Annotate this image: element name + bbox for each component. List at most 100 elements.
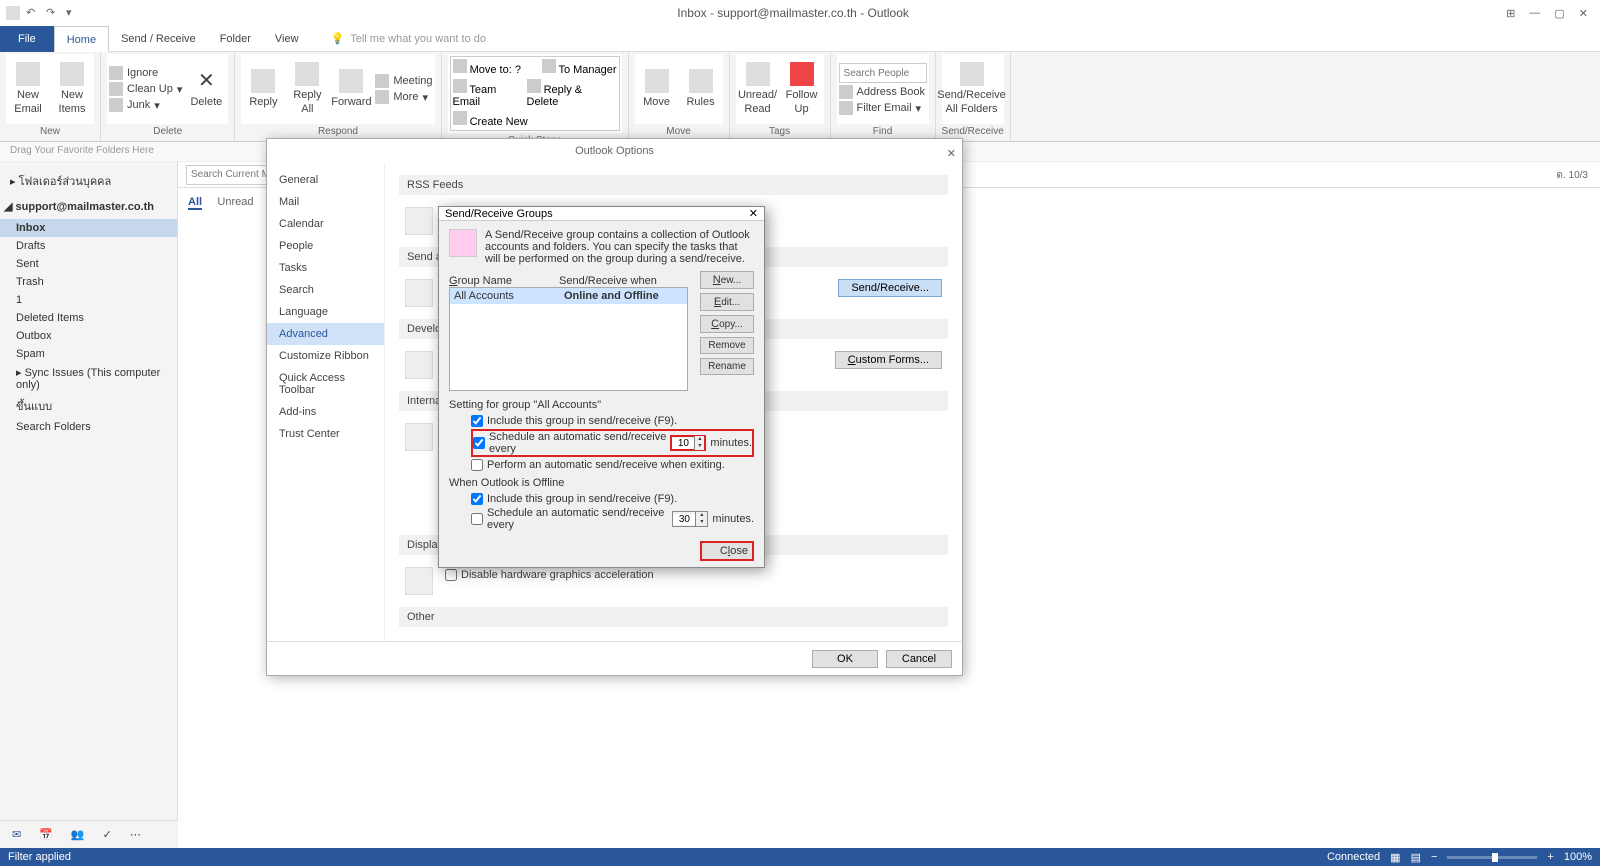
redo-icon[interactable]: ↷ [46,6,60,20]
ribbon-options-icon[interactable]: ⊞ [1506,7,1515,20]
folder-search[interactable]: Search Folders [0,418,177,436]
tab-folder[interactable]: Folder [208,26,263,52]
sr-close-icon[interactable]: ✕ [749,207,758,220]
search-people-input[interactable] [839,63,927,83]
mail-icon[interactable]: ✉ [12,828,21,841]
folder-outbox[interactable]: Outbox [0,327,177,345]
unread-button[interactable]: Unread/ Read [738,62,778,115]
undo-icon[interactable]: ↶ [26,6,40,20]
zoom-out-icon[interactable]: − [1431,851,1437,863]
sr-rename-button[interactable]: Rename [700,358,754,375]
sendreceive-button[interactable]: Send/Receive... [838,279,942,297]
nav-section[interactable]: ▸ โฟลเดอร์ส่วนบุคคล [0,168,177,194]
filter-all[interactable]: All [188,196,202,210]
folder-drafts[interactable]: Drafts [0,237,177,255]
maximize-icon[interactable]: ▢ [1554,7,1564,20]
replyall-button[interactable]: Reply All [287,62,327,115]
tell-me[interactable]: 💡Tell me what you want to do [331,32,486,45]
close-icon[interactable]: ✕ [1579,7,1588,20]
delete-button[interactable]: ✕Delete [186,69,226,109]
folder-sent[interactable]: Sent [0,255,177,273]
tab-home[interactable]: Home [54,26,109,52]
opt-nav-mail[interactable]: Mail [267,191,384,213]
chk-include-online[interactable]: Include this group in send/receive (F9). [471,415,754,427]
chk-schedule-online[interactable]: Schedule an automatic send/receive every… [471,429,754,457]
opt-nav-tasks[interactable]: Tasks [267,257,384,279]
sr-close-button[interactable]: Close [700,541,754,561]
view-normal-icon[interactable]: ▦ [1390,851,1400,864]
more-icon[interactable]: ⋯ [130,828,141,841]
status-filter: Filter applied [8,851,71,863]
move-button[interactable]: Move [637,69,677,109]
forward-button[interactable]: Forward [331,69,371,109]
zoom-in-icon[interactable]: + [1547,851,1553,863]
new-items-button[interactable]: New Items [52,62,92,115]
sr-copy-button[interactable]: Copy... [700,315,754,333]
folder-1[interactable]: 1 [0,291,177,309]
delete-icon: ✕ [194,69,218,93]
options-ok-button[interactable]: OK [812,650,878,668]
options-cancel-button[interactable]: Cancel [886,650,952,668]
people-icon[interactable]: 👥 [71,828,85,841]
tab-sendreceive[interactable]: Send / Receive [109,26,208,52]
customforms-button[interactable]: CCustom Forms...ustom Forms... [835,351,942,369]
meeting-button[interactable]: Meeting [375,74,432,88]
dropdown-icon[interactable]: ▾ [66,6,80,20]
new-email-button[interactable]: New Email [8,62,48,115]
calendar-icon[interactable]: 📅 [39,828,53,841]
tab-view[interactable]: View [263,26,311,52]
folder-deleted[interactable]: Deleted Items [0,309,177,327]
sr-group-row[interactable]: All AccountsOnline and Offline [450,288,687,304]
filteremail-button[interactable]: Filter Email▾ [839,101,927,115]
tasks-icon[interactable]: ✓ [103,828,112,841]
opt-nav-trust[interactable]: Trust Center [267,423,384,445]
folder-sync[interactable]: ▸ Sync Issues (This computer only) [0,363,177,394]
opt-nav-people[interactable]: People [267,235,384,257]
junk-button[interactable]: Junk▾ [109,98,182,112]
opt-nav-addins[interactable]: Add-ins [267,401,384,423]
addressbook-button[interactable]: Address Book [839,85,927,99]
opt-nav-language[interactable]: Language [267,301,384,323]
sendreceive-groups-dialog: Send/Receive Groups ✕ A Send/Receive gro… [438,206,765,568]
sr-remove-button[interactable]: Remove [700,337,754,354]
opt-nav-calendar[interactable]: Calendar [267,213,384,235]
folder-spam[interactable]: Spam [0,345,177,363]
reply-button[interactable]: Reply [243,69,283,109]
cleanup-button[interactable]: Clean Up▾ [109,82,182,96]
chk-schedule-offline[interactable]: Schedule an automatic send/receive every… [471,507,754,531]
filter-unread[interactable]: Unread [217,196,253,208]
disable-hw-checkbox[interactable]: Disable hardware graphics acceleration [445,569,942,581]
nav-account[interactable]: ◢ support@mailmaster.co.th [0,194,177,219]
sr-edit-button[interactable]: Edit... [700,293,754,311]
opt-nav-ribbon[interactable]: Customize Ribbon [267,345,384,367]
chk-include-offline[interactable]: Include this group in send/receive (F9). [471,493,754,505]
sr-new-button[interactable]: New... [700,271,754,289]
sr-group-list[interactable]: All AccountsOnline and Offline [449,287,688,391]
rules-button[interactable]: Rules [681,69,721,109]
schedule-offline-spin[interactable]: ▴▾ [672,511,708,527]
group-label: Send/Receive [942,124,1004,139]
folder-inbox[interactable]: Inbox [0,219,177,237]
minimize-icon[interactable]: ― [1529,7,1540,20]
sr-description: A Send/Receive group contains a collecti… [485,229,754,265]
view-reading-icon[interactable]: ▤ [1411,851,1421,864]
chk-exit[interactable]: Perform an automatic send/receive when e… [471,459,754,471]
opt-nav-qat[interactable]: Quick Access Toolbar [267,367,384,401]
more-button[interactable]: More▾ [375,90,432,104]
group-label: Find [837,124,929,139]
opt-nav-advanced[interactable]: Advanced [267,323,384,345]
tab-file[interactable]: File [0,26,54,52]
sendreceive-icon [405,279,433,307]
col-when: Send/Receive when [559,275,657,287]
ignore-button[interactable]: Ignore [109,66,182,80]
opt-nav-general[interactable]: General [267,169,384,191]
folder-thai[interactable]: ขึ้นแบบ [0,394,177,418]
quicksteps-list[interactable]: Move to: ? To Manager Team Email Reply &… [450,56,620,131]
schedule-online-spin[interactable]: ▴▾ [670,435,706,451]
opt-nav-search[interactable]: Search [267,279,384,301]
sendreceive-all-button[interactable]: Send/Receive All Folders [944,62,1000,115]
zoom-slider[interactable] [1447,856,1537,859]
qat-icon[interactable] [6,6,20,20]
followup-button[interactable]: Follow Up [782,62,822,115]
folder-trash[interactable]: Trash [0,273,177,291]
